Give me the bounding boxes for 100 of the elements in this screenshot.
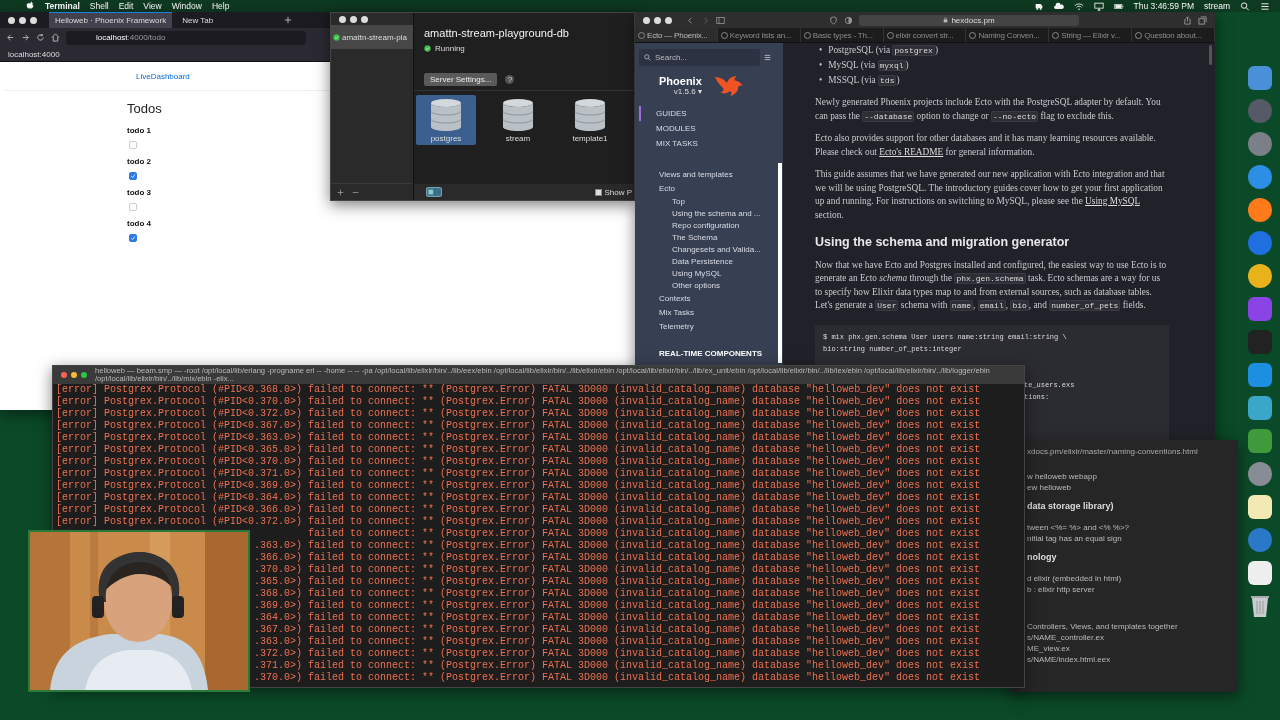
home-icon[interactable]: [51, 33, 60, 42]
app-icon[interactable]: [1248, 264, 1272, 288]
app-icon[interactable]: [1248, 495, 1272, 519]
menu-item[interactable]: Help: [211, 1, 230, 11]
trash-icon[interactable]: [1250, 594, 1270, 618]
section-heading: Using the schema and migration generator: [815, 236, 1071, 250]
app-icon[interactable]: [1248, 396, 1272, 420]
sidebar-tab[interactable]: MIX TASKS: [639, 136, 777, 151]
paragraph: Ecto also provides support for other databases and it has many learning resources available. Please check out Ecto's README for general information.: [815, 132, 1157, 159]
add-icon[interactable]: [337, 188, 344, 196]
new-tab-icon[interactable]: [284, 16, 293, 24]
sidebar-item[interactable]: Using the schema and ...: [639, 207, 777, 219]
menu-item[interactable]: View: [143, 1, 162, 11]
sidebar-item[interactable]: Top: [639, 195, 777, 207]
terminal-line: .366.0>) failed to connect: ** (Postgrex.Error) FATAL 3D000 (invalid_catalog_name) database "helloweb_dev" does not exist: [253, 552, 982, 564]
database-item[interactable]: template1: [560, 95, 620, 145]
sidebar-item[interactable]: The Schema: [639, 231, 777, 243]
version-selector[interactable]: v1.5.6 ▾: [673, 86, 702, 96]
sidebar-item[interactable]: Contexts: [639, 291, 777, 305]
nav-link[interactable]: LiveDashboard: [136, 71, 190, 81]
menu-icon[interactable]: [764, 54, 771, 61]
bullet: •: [819, 44, 823, 57]
list-item: PostgreSQL (via postgrex ): [828, 44, 938, 58]
sidebar-item[interactable]: Repo configuration: [639, 219, 777, 231]
checkbox[interactable]: [129, 203, 137, 211]
terminal-line: [error] Postgrex.Protocol (#PID<0.365.0>) failed to connect: ** (Postgrex.Error) FATAL 3D000 (invalid_catalog_name) database "helloweb_dev" does not exist: [56, 444, 982, 456]
checkbox[interactable]: [129, 172, 137, 180]
app-icon[interactable]: [1248, 561, 1272, 585]
todo-label: todo 1: [127, 126, 151, 135]
menu-item[interactable]: Terminal: [45, 1, 80, 11]
battery-icon[interactable]: [1113, 1, 1124, 11]
browser-tab[interactable]: String — Elixir v...: [1049, 28, 1133, 42]
checkbox[interactable]: [129, 141, 137, 149]
address-bar[interactable]: localhost:4000/todo: [66, 30, 306, 45]
terminal-line: .368.0>) failed to connect: ** (Postgrex.Error) FATAL 3D000 (invalid_catalog_name) database "helloweb_dev" does not exist: [253, 588, 982, 600]
apple-icon[interactable]: [26, 1, 35, 11]
bookmark[interactable]: localhost:4000: [8, 49, 60, 59]
note-line: ME_view.ex: [1027, 643, 1071, 654]
show-checkbox[interactable]: Show P: [595, 187, 634, 197]
elephant-icon[interactable]: [1033, 1, 1044, 11]
menu-item[interactable]: Shell: [89, 1, 109, 11]
checkbox[interactable]: [595, 188, 603, 196]
browser-tab[interactable]: Naming Conven...: [966, 28, 1050, 42]
wifi-icon[interactable]: [1073, 1, 1084, 11]
database-item[interactable]: stream: [488, 95, 548, 145]
shield-icon[interactable]: [829, 15, 838, 25]
share-icon[interactable]: [1183, 15, 1192, 25]
browser-tab[interactable]: New Tab: [176, 12, 277, 28]
sidebar-item[interactable]: Other options: [639, 279, 777, 291]
menu-user[interactable]: stream: [1204, 1, 1230, 11]
menu-item[interactable]: Edit: [118, 1, 134, 11]
forward-icon[interactable]: [21, 33, 30, 42]
list-item: MSSQL (via tds ): [828, 74, 900, 88]
address-bar[interactable]: hexdocs.pm: [859, 14, 1079, 26]
checkbox[interactable]: [129, 234, 137, 242]
text-link[interactable]: Ecto's README: [879, 146, 944, 157]
tabs-icon[interactable]: [1198, 15, 1207, 25]
terminal-line: [error] Postgrex.Protocol (#PID<0.369.0>) failed to connect: ** (Postgrex.Error) FATAL 3D000 (invalid_catalog_name) database "helloweb_dev" does not exist: [56, 480, 982, 492]
browser-tab[interactable]: Basic types - Th...: [800, 28, 884, 42]
back-icon[interactable]: [6, 33, 15, 42]
server-settings-button[interactable]: Server Settings...: [424, 73, 498, 86]
sidebar-icon[interactable]: [716, 15, 725, 25]
text-link[interactable]: Using MySQL: [1085, 196, 1140, 206]
sidebar-item[interactable]: Mix Tasks: [639, 305, 777, 319]
back-icon[interactable]: [686, 15, 695, 25]
sidebar-icon[interactable]: [426, 187, 442, 197]
check-circle-icon: [424, 45, 431, 52]
note-line: s/NAME/index.html.eex: [1027, 654, 1112, 665]
browser-tab[interactable]: elixir convert str...: [883, 28, 967, 42]
sidebar-item[interactable]: Views and templates: [639, 167, 777, 181]
paragraph: Newly generated Phoenix projects include Ecto with the PostgreSQL adapter by default. You can pass the --database option to change or --no-ecto flag to exclude this.: [815, 96, 1162, 123]
search-icon[interactable]: [1240, 1, 1250, 11]
note-line: ew helloweb: [1027, 482, 1073, 493]
database-item[interactable]: postgres: [416, 95, 476, 145]
sidebar-item[interactable]: Ecto: [639, 181, 777, 195]
terminal-line: .370.0>) failed to connect: ** (Postgrex.Error) FATAL 3D000 (invalid_catalog_name) database "helloweb_dev" does not exist: [253, 564, 982, 576]
display-icon[interactable]: [1093, 1, 1104, 11]
server-title: amattn-stream-playground-db: [423, 26, 570, 39]
sidebar-item[interactable]: Telemetry: [639, 319, 777, 333]
sidebar-tab[interactable]: MODULES: [639, 121, 777, 136]
browser-tab[interactable]: Ecto — Phoenix...: [635, 28, 718, 42]
terminal-line: [error] Postgrex.Protocol (#PID<0.368.0>) failed to connect: ** (Postgrex.Error) FATAL 3D000 (invalid_catalog_name) database "helloweb_dev" does not exist: [56, 384, 982, 396]
contrast-icon[interactable]: [844, 15, 853, 25]
sidebar-item[interactable]: Changesets and Valida...: [639, 243, 777, 255]
todo-label: todo 3: [127, 188, 151, 197]
app-icon[interactable]: [1248, 198, 1272, 222]
sidebar-item[interactable]: Data Persistence: [639, 255, 777, 267]
browser-tab[interactable]: Keyword lists an...: [717, 28, 801, 42]
search-icon: [644, 54, 651, 61]
menu-clock[interactable]: Thu 3:46:59 PM: [1133, 1, 1194, 11]
menu-item[interactable]: Window: [171, 1, 202, 11]
search-field[interactable]: Search...: [639, 49, 760, 66]
browser-tab[interactable]: Helloweb · Phoenix Framework: [49, 12, 173, 28]
help-button[interactable]: ?: [505, 75, 515, 84]
server-item[interactable]: amattn-stream-pla: [331, 25, 413, 49]
sidebar-item[interactable]: Using MySQL: [639, 267, 777, 279]
cloud-icon[interactable]: [1053, 1, 1064, 11]
reload-icon[interactable]: [36, 33, 45, 42]
browser-tab[interactable]: Question about...: [1132, 28, 1215, 42]
check-circle-icon: [333, 33, 340, 41]
